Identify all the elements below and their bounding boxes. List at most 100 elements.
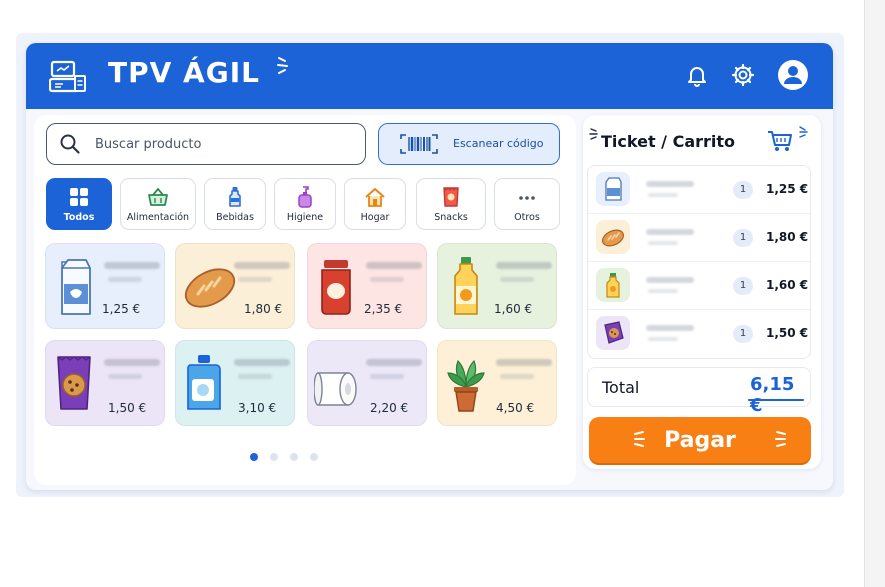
bread-icon	[184, 268, 236, 308]
cookies-bag-icon	[57, 356, 91, 410]
bottle-icon	[229, 187, 241, 207]
sparkle-icon	[775, 431, 786, 447]
category-snacks[interactable]: Snacks	[416, 178, 486, 230]
product-name-blurred	[234, 262, 290, 269]
product-card[interactable]: 2,20 €	[307, 340, 427, 426]
user-avatar-icon[interactable]	[777, 59, 809, 91]
product-price: 1,50 €	[108, 401, 147, 415]
product-card[interactable]: 1,60 €	[437, 243, 557, 329]
cart-title: Ticket / Carrito	[601, 132, 736, 151]
product-sub-blurred	[370, 277, 404, 282]
cart-item-qty[interactable]: 1	[733, 325, 753, 343]
toilet-paper-icon	[314, 372, 357, 406]
cart-item-name-blurred	[646, 325, 694, 331]
product-card[interactable]: 3,10 €	[175, 340, 295, 426]
category-higiene[interactable]: Higiene	[274, 178, 336, 230]
more-dots-icon	[519, 196, 535, 200]
sparkle-icon	[799, 126, 808, 138]
search-box[interactable]	[46, 123, 366, 165]
product-price: 1,25 €	[102, 302, 141, 316]
category-label: Alimentación	[126, 212, 190, 223]
scan-button-label: Escanear código	[453, 137, 544, 150]
cart-item-name-blurred	[646, 229, 694, 235]
pay-button[interactable]: Pagar	[589, 417, 811, 463]
cart-item[interactable]: 1 1,25 €	[588, 166, 810, 214]
product-name-blurred	[366, 359, 422, 366]
product-sub-blurred	[238, 374, 272, 379]
sparkle-icon	[634, 431, 645, 447]
product-price: 1,60 €	[494, 302, 533, 316]
jam-jar-icon	[321, 260, 351, 315]
product-name-blurred	[234, 359, 290, 366]
product-price: 2,20 €	[370, 401, 409, 415]
category-bebidas[interactable]: Bebidas	[204, 178, 266, 230]
category-label: Todos	[63, 212, 95, 223]
category-label: Snacks	[434, 212, 468, 223]
cart-items-list: 1 1,25 € 1 1,80 € 1 1,60 € 1 1,50 €	[587, 165, 811, 359]
category-alimentacion[interactable]: Alimentación	[120, 178, 196, 230]
category-hogar[interactable]: Hogar	[344, 178, 406, 230]
house-icon	[365, 188, 385, 207]
pay-button-label: Pagar	[664, 427, 736, 453]
cart-panel: Ticket / Carrito 1 1,25 € 1 1,80 € 1 1,6…	[583, 115, 821, 469]
category-label: Bebidas	[216, 212, 254, 223]
bell-icon[interactable]	[683, 61, 711, 89]
cart-item-price: 1,60 €	[766, 278, 809, 292]
total-label: Total	[602, 378, 640, 397]
product-sub-blurred	[238, 277, 272, 282]
total-underline	[748, 399, 804, 401]
cart-item-qty[interactable]: 1	[733, 277, 753, 295]
potted-plant-icon	[447, 359, 485, 412]
sparkle-icon	[277, 57, 288, 74]
app-title: TPV ÁGIL	[108, 56, 260, 89]
juice-bottle-icon	[454, 257, 478, 315]
product-sub-blurred	[370, 374, 404, 379]
product-price: 1,80 €	[244, 302, 283, 316]
cart-item-sub-blurred	[648, 337, 678, 341]
cart-item-qty[interactable]: 1	[733, 181, 753, 199]
cart-item-price: 1,80 €	[766, 230, 809, 244]
pagination-dot-active[interactable]	[250, 453, 258, 461]
scan-barcode-button[interactable]: Escanear código	[378, 123, 560, 165]
category-label: Hogar	[360, 212, 390, 223]
product-name-blurred	[104, 359, 160, 366]
shopping-cart-icon	[768, 131, 792, 151]
milk-carton-icon	[605, 177, 622, 201]
category-otros[interactable]: Otros	[494, 178, 560, 230]
milk-carton-icon	[61, 259, 91, 315]
juice-bottle-icon	[606, 273, 620, 298]
product-card[interactable]: 1,80 €	[175, 243, 295, 329]
pagination-dot[interactable]	[290, 453, 298, 461]
product-name-blurred	[366, 262, 422, 269]
product-price: 3,10 €	[238, 401, 277, 415]
basket-icon	[148, 187, 168, 206]
total-value: 6,15 €	[750, 374, 795, 416]
pos-app-window: TPV ÁGIL Buscar producto Escanear código…	[26, 43, 833, 490]
product-panel: Escanear código Todos Alimentación	[34, 115, 576, 485]
cart-item[interactable]: 1 1,60 €	[588, 262, 810, 310]
pagination-dot[interactable]	[270, 453, 278, 461]
cart-item[interactable]: 1 1,80 €	[588, 214, 810, 262]
gear-icon[interactable]	[729, 61, 757, 89]
product-sub-blurred	[500, 277, 534, 282]
scrollbar-track[interactable]	[864, 0, 885, 587]
product-name-blurred	[496, 262, 552, 269]
product-name-blurred	[104, 262, 160, 269]
app-header: TPV ÁGIL	[26, 43, 833, 109]
product-card[interactable]: 1,50 €	[45, 340, 165, 426]
category-todos[interactable]: Todos	[46, 178, 112, 230]
search-input[interactable]	[95, 133, 355, 155]
category-label: Higiene	[286, 212, 324, 223]
pagination-dot[interactable]	[310, 453, 318, 461]
cart-item-sub-blurred	[648, 193, 678, 197]
product-card[interactable]: 1,25 €	[45, 243, 165, 329]
bread-icon	[602, 229, 624, 247]
cart-item-qty[interactable]: 1	[733, 229, 753, 247]
detergent-icon	[187, 355, 221, 410]
product-card[interactable]: 4,50 €	[437, 340, 557, 426]
product-card[interactable]: 2,35 €	[307, 243, 427, 329]
product-price: 2,35 €	[364, 302, 403, 316]
cart-item-sub-blurred	[648, 241, 678, 245]
cart-item[interactable]: 1 1,50 €	[588, 310, 810, 358]
product-sub-blurred	[108, 374, 142, 379]
